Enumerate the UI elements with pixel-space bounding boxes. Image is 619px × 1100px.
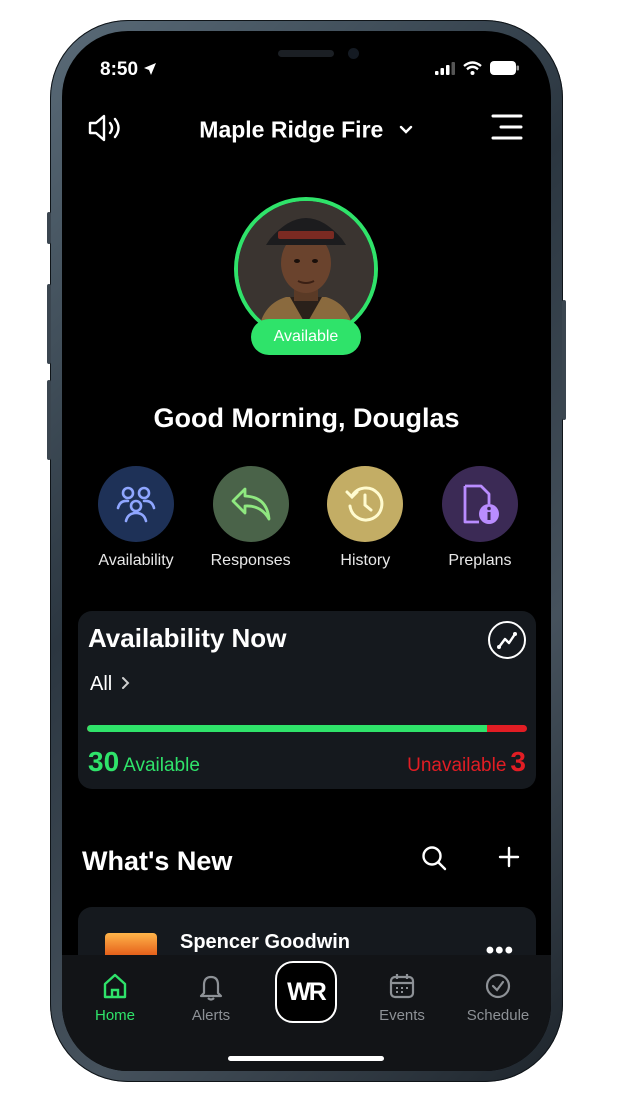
location-arrow-icon [144, 63, 157, 75]
chevron-right-icon [121, 677, 130, 689]
status-icons [435, 61, 519, 75]
chevron-down-icon [399, 125, 412, 134]
home-indicator[interactable] [228, 1056, 384, 1061]
trend-button[interactable] [488, 621, 526, 659]
tab-alerts[interactable]: Alerts [171, 971, 251, 1024]
app-screen: 8:50 Maple Ridge Fire Available Good Mor… [62, 31, 551, 1071]
people-icon [116, 486, 156, 523]
status-time: 8:50 [100, 59, 157, 81]
notch [180, 31, 432, 79]
bell-icon [199, 975, 223, 1001]
front-camera [348, 48, 359, 59]
unavailable-count[interactable]: Unavailable 3 [407, 746, 526, 778]
tab-home-label: Home [94, 1007, 135, 1024]
preplans-action-label: Preplans [448, 552, 512, 569]
availability-card-title: Availability Now [88, 623, 287, 653]
calendar-icon [389, 974, 415, 999]
earpiece [278, 50, 334, 57]
availability-filter[interactable]: All [90, 673, 130, 696]
wr-logo: WR [287, 977, 327, 1006]
tab-events[interactable]: Events [362, 971, 442, 1024]
tab-events-label: Events [379, 1007, 425, 1024]
available-count[interactable]: 30 Available [88, 746, 200, 778]
history-action-circle [327, 466, 404, 542]
search-icon [422, 846, 447, 871]
wr-logo-button[interactable]: WR [275, 961, 337, 1023]
menu-button[interactable] [491, 113, 523, 146]
department-selector[interactable]: Maple Ridge Fire [62, 115, 551, 143]
tab-alerts-label: Alerts [191, 1007, 231, 1024]
hamburger-menu-icon [491, 114, 523, 140]
check-circle-icon [485, 973, 511, 999]
available-label: Available [123, 755, 200, 776]
signal-icon [435, 61, 455, 75]
whats-new-title: What's New [82, 846, 233, 876]
firefighter-portrait [238, 201, 374, 337]
volume-down-button [47, 380, 51, 460]
mute-switch [47, 212, 51, 244]
availability-bar-fill [87, 725, 487, 732]
status-badge[interactable]: Available [251, 319, 361, 355]
home-icon [103, 973, 127, 999]
battery-icon [490, 61, 519, 75]
status-time-text: 8:50 [100, 59, 139, 80]
availability-action-circle [98, 466, 174, 542]
trend-chart-icon [497, 632, 517, 649]
plus-icon [498, 846, 520, 868]
available-number: 30 [88, 746, 120, 777]
preplans-action-circle [441, 466, 518, 542]
responses-action-circle [212, 466, 289, 542]
volume-up-button [47, 284, 51, 364]
quick-actions: Availability Responses History Preplans [86, 466, 530, 570]
department-title: Maple Ridge Fire [199, 116, 384, 143]
wifi-icon [463, 61, 482, 75]
power-button [562, 300, 566, 420]
whats-new-add-button[interactable] [496, 844, 522, 875]
document-info-icon [463, 484, 499, 524]
unavailable-number: 3 [510, 746, 526, 777]
whats-new-search-button[interactable] [420, 844, 448, 877]
reply-icon [231, 487, 271, 521]
availability-action-label: Availability [98, 552, 174, 569]
history-action-label: History [340, 552, 391, 569]
availability-action[interactable]: Availability [86, 466, 186, 570]
app-header: Maple Ridge Fire [62, 109, 551, 149]
tab-schedule[interactable]: Schedule [458, 971, 538, 1024]
history-icon [345, 486, 384, 522]
availability-bar [87, 725, 527, 732]
availability-card: Availability Now All 30 Available Unavail… [78, 611, 536, 789]
feed-item-author: Spencer Goodwin [180, 931, 351, 953]
responses-action-label: Responses [210, 552, 291, 569]
unavailable-label: Unavailable [407, 755, 507, 776]
responses-action[interactable]: Responses [201, 466, 301, 570]
greeting: Good Morning, Douglas [153, 403, 460, 433]
tab-home[interactable]: Home [75, 971, 155, 1024]
history-action[interactable]: History [315, 466, 415, 570]
filter-label: All [90, 673, 113, 695]
tab-schedule-label: Schedule [466, 1007, 530, 1024]
preplans-action[interactable]: Preplans [430, 466, 530, 570]
tab-bar: Home Alerts WR Events Schedule [62, 955, 551, 1071]
